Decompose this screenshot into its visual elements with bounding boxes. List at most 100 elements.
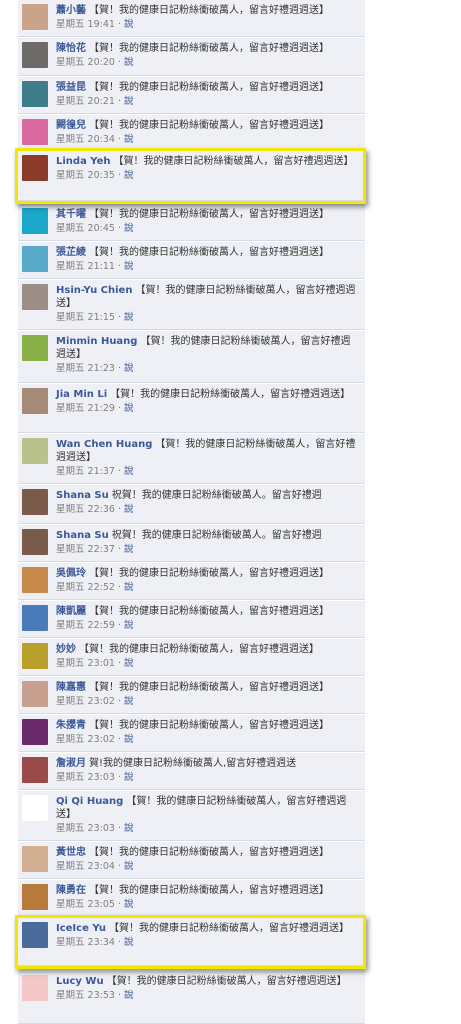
avatar[interactable]	[22, 246, 48, 272]
reply-link[interactable]: 說	[124, 861, 134, 872]
avatar[interactable]	[22, 567, 48, 593]
commenter-name[interactable]: 蕭小藝	[56, 5, 86, 16]
comment-time: 21:11	[87, 261, 115, 272]
commenter-name[interactable]: Wan Chen Huang	[56, 439, 152, 450]
reply-link[interactable]: 說	[124, 823, 134, 834]
comment-content: 陳勇在 【賀！我的健康日記粉絲衝破萬人，留言好禮週週送】 星期五 23:05 · …	[56, 884, 359, 911]
commenter-name[interactable]: 陳嘉惠	[56, 682, 86, 693]
comment-text: 【賀！我的健康日記粉絲衝破萬人，留言好禮週週送】	[89, 720, 329, 731]
comment-item: 吳佩玲 【賀！我的健康日記粉絲衝破萬人，留言好禮週週送】 星期五 22:52 · …	[18, 563, 365, 600]
avatar[interactable]	[22, 529, 48, 555]
reply-link[interactable]: 說	[124, 696, 134, 707]
avatar[interactable]	[22, 119, 48, 145]
avatar[interactable]	[22, 884, 48, 910]
commenter-name[interactable]: 朱攖青	[56, 720, 86, 731]
commenter-name[interactable]: 陳勇在	[56, 885, 86, 896]
commenter-name[interactable]: 陳凱麗	[56, 606, 86, 617]
comment-item: 妙妙 【賀！我的健康日記粉絲衝破萬人，留言好禮週週送】 星期五 23:01 · 說	[18, 639, 365, 676]
comment-time: 21:23	[87, 363, 115, 374]
comment-day: 星期五	[56, 504, 85, 515]
avatar[interactable]	[22, 81, 48, 107]
comment-text: 【賀！我的健康日記粉絲衝破萬人，留言好禮週週送】	[89, 82, 329, 93]
comment-item: 張芷綾 【賀！我的健康日記粉絲衝破萬人，留言好禮週週送】 星期五 21:11 · …	[18, 242, 365, 279]
comment-meta: 星期五 22:59 · 說	[56, 620, 134, 631]
commenter-name[interactable]: 吳佩玲	[56, 568, 86, 579]
comment-day: 星期五	[56, 223, 85, 234]
reply-link[interactable]: 說	[124, 990, 134, 1001]
commenter-name[interactable]: Shana Su	[56, 490, 109, 501]
reply-link[interactable]: 說	[124, 544, 134, 555]
comment-time: 21:15	[87, 312, 115, 323]
reply-link[interactable]: 說	[124, 363, 134, 374]
comment-item: Minmin Huang 【賀！我的健康日記粉絲衝破萬人，留言好禮週週送】 星期五…	[18, 331, 365, 383]
comment-item: 陳嘉惠 【賀！我的健康日記粉絲衝破萬人，留言好禮週週送】 星期五 23:02 · …	[18, 677, 365, 714]
comment-meta: 星期五 21:37 · 說	[56, 466, 134, 477]
commenter-name[interactable]: Shana Su	[56, 530, 109, 541]
commenter-name[interactable]: 張芷綾	[56, 247, 86, 258]
commenter-name[interactable]: 其千曜	[56, 209, 86, 220]
comment-meta: 星期五 23:02 · 說	[56, 734, 134, 745]
avatar[interactable]	[22, 489, 48, 515]
avatar[interactable]	[22, 757, 48, 783]
reply-link[interactable]: 說	[124, 134, 134, 145]
commenter-name[interactable]: 黃世忠	[56, 847, 86, 858]
reply-link[interactable]: 說	[124, 403, 134, 414]
avatar[interactable]	[22, 4, 48, 30]
reply-link[interactable]: 說	[124, 261, 134, 272]
commenter-name[interactable]: 張益昆	[56, 82, 86, 93]
reply-link[interactable]: 說	[124, 223, 134, 234]
comment-meta: 星期五 23:02 · 說	[56, 696, 134, 707]
avatar[interactable]	[22, 335, 48, 361]
comment-day: 星期五	[56, 403, 85, 414]
avatar[interactable]	[22, 846, 48, 872]
comment-item: 闕徨兒 【賀！我的健康日記粉絲衝破萬人，留言好禮週週送】 星期五 20:34 · …	[18, 115, 365, 150]
avatar[interactable]	[22, 42, 48, 68]
avatar[interactable]	[22, 643, 48, 669]
avatar[interactable]	[22, 681, 48, 707]
commenter-name[interactable]: Jia Min Li	[56, 389, 107, 400]
reply-link[interactable]: 說	[124, 312, 134, 323]
reply-link[interactable]: 說	[124, 658, 134, 669]
comment-day: 星期五	[56, 658, 85, 669]
reply-link[interactable]: 說	[124, 734, 134, 745]
reply-link[interactable]: 說	[124, 96, 134, 107]
commenter-name[interactable]: 陳怡花	[56, 43, 86, 54]
reply-link[interactable]: 說	[124, 19, 134, 30]
avatar[interactable]	[22, 284, 48, 310]
reply-link[interactable]: 說	[124, 899, 134, 910]
highlight-frame	[15, 915, 366, 969]
commenter-name[interactable]: Hsin-Yu Chien	[56, 285, 132, 296]
commenter-name[interactable]: 闕徨兒	[56, 120, 86, 131]
comment-item: 朱攖青 【賀！我的健康日記粉絲衝破萬人，留言好禮週週送】 星期五 23:02 · …	[18, 715, 365, 752]
avatar[interactable]	[22, 208, 48, 234]
avatar[interactable]	[22, 438, 48, 464]
commenter-name[interactable]: Minmin Huang	[56, 336, 137, 347]
highlight-frame	[15, 148, 366, 204]
commenter-name[interactable]: 詹淑月	[56, 758, 86, 769]
reply-link[interactable]: 說	[124, 57, 134, 68]
comment-content: Minmin Huang 【賀！我的健康日記粉絲衝破萬人，留言好禮週週送】 星期五…	[56, 335, 359, 375]
commenter-name[interactable]: Lucy Wu	[56, 976, 104, 987]
avatar[interactable]	[22, 795, 48, 821]
reply-link[interactable]: 說	[124, 582, 134, 593]
commenter-name[interactable]: Qi Qi Huang	[56, 796, 123, 807]
avatar[interactable]	[22, 975, 48, 1001]
comment-time: 23:53	[87, 990, 115, 1001]
comment-meta: 星期五 23:04 · 說	[56, 861, 134, 872]
avatar[interactable]	[22, 719, 48, 745]
comment-content: 詹淑月 賀!我的健康日記粉絲衝破萬人,留言好禮週週送 星期五 23:03 · 說	[56, 757, 359, 784]
comment-text: 祝賀！我的健康日記粉絲衝破萬人。留言好禮週	[111, 530, 322, 541]
commenter-name[interactable]: 妙妙	[56, 644, 76, 655]
reply-link[interactable]: 說	[124, 772, 134, 783]
comment-day: 星期五	[56, 466, 85, 477]
avatar[interactable]	[22, 388, 48, 414]
reply-link[interactable]: 說	[124, 620, 134, 631]
comment-text: 祝賀！我的健康日記粉絲衝破萬人。留言好禮週	[111, 490, 322, 501]
comment-content: 黃世忠 【賀！我的健康日記粉絲衝破萬人，留言好禮週週送】 星期五 23:04 · …	[56, 846, 359, 873]
reply-link[interactable]: 說	[124, 504, 134, 515]
comment-time: 23:05	[87, 899, 115, 910]
reply-link[interactable]: 說	[124, 466, 134, 477]
avatar[interactable]	[22, 605, 48, 631]
comment-meta: 星期五 21:29 · 說	[56, 403, 134, 414]
comment-meta: 星期五 22:37 · 說	[56, 544, 134, 555]
